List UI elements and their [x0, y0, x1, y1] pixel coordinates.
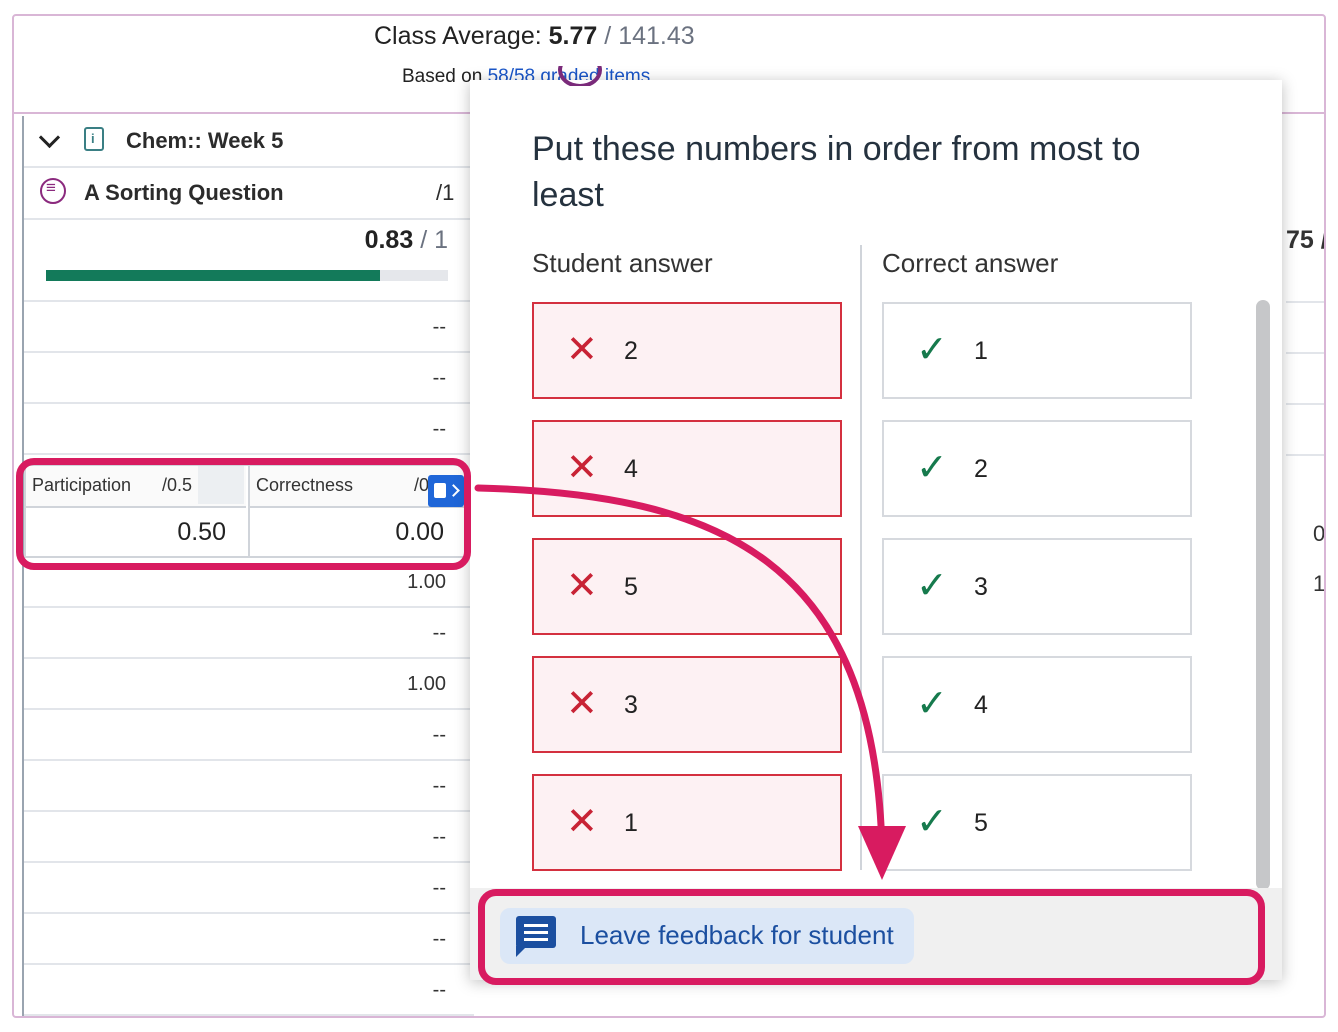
week-label: Chem:: Week 5 [126, 128, 284, 153]
document-icon [84, 127, 104, 151]
incorrect-x-icon: ✕ [566, 447, 598, 489]
incorrect-x-icon: ✕ [566, 683, 598, 725]
incorrect-x-icon: ✕ [566, 329, 598, 371]
correct-check-icon: ✓ [916, 565, 948, 607]
class-average-label: Class Average: [374, 22, 542, 50]
answer-value: 5 [624, 573, 638, 601]
question-prompt: Put these numbers in order from most to … [532, 130, 1141, 214]
student-answer-item: ✕ 1 [532, 774, 842, 871]
correct-check-icon: ✓ [916, 329, 948, 371]
answer-value: 3 [624, 691, 638, 719]
answer-value: 1 [974, 337, 988, 365]
table-row: -- [24, 965, 474, 1016]
grade-cell[interactable]: -- [433, 622, 446, 645]
correct-check-icon: ✓ [916, 683, 948, 725]
class-average: Class Average: 5.77 / 141.43 [374, 22, 695, 51]
question-header-row[interactable]: A Sorting Question /1 [24, 168, 474, 220]
answer-value: 2 [974, 455, 988, 483]
answer-value: 2 [624, 337, 638, 365]
correct-check-icon: ✓ [916, 447, 948, 489]
popup-header-partial [558, 66, 678, 86]
grade-rows: -- -- -- 1.00 -- 1.00 -- -- -- -- -- -- [24, 302, 474, 1016]
grade-cell[interactable]: -- [433, 979, 446, 1002]
table-row: -- [24, 812, 474, 863]
class-average-total: 141.43 [618, 22, 695, 50]
student-answer-item: ✕ 2 [532, 302, 842, 399]
question-max-points: /1 [436, 180, 455, 205]
question-average-value: 0.83 [364, 226, 414, 254]
grade-cell[interactable]: 1.00 [407, 571, 446, 594]
question-icon [40, 178, 66, 204]
answer-value: 1 [624, 809, 638, 837]
grade-cell[interactable]: 1.00 [407, 673, 446, 696]
table-row: -- [24, 863, 474, 914]
table-row: -- [24, 914, 474, 965]
grade-cell[interactable]: -- [433, 367, 446, 390]
correct-answer-header: Correct answer [882, 248, 1059, 278]
question-average-total: 1 [434, 226, 448, 254]
question-average-cell: 0.83 / 1 [24, 220, 474, 302]
correct-check-icon: ✓ [916, 801, 948, 843]
question-label: A Sorting Question [84, 180, 284, 205]
grade-cell[interactable]: -- [433, 724, 446, 747]
grade-cell[interactable]: -- [433, 877, 446, 900]
question-average: 0.83 / 1 [365, 226, 448, 255]
popup-scrollbar[interactable] [1256, 300, 1270, 890]
week-group-row[interactable]: Chem:: Week 5 [24, 116, 474, 168]
correct-answer-item: ✓ 4 [882, 656, 1192, 753]
class-average-sep: / [604, 22, 612, 50]
next-column-cell[interactable]: 1.0 [1313, 571, 1324, 597]
highlight-feedback-button [478, 889, 1265, 985]
correct-answer-item: ✓ 5 [882, 774, 1192, 871]
student-answer-item: ✕ 4 [532, 420, 842, 517]
table-row: -- [24, 761, 474, 812]
grade-cell[interactable]: -- [433, 316, 446, 339]
question-average-sep: / [420, 226, 428, 254]
student-answer-header: Student answer [532, 248, 713, 278]
class-average-value: 5.77 [548, 22, 598, 50]
student-answer-item: ✕ 5 [532, 538, 842, 635]
progress-bar [46, 270, 448, 281]
table-row: -- [24, 608, 474, 659]
table-row: 1.00 [24, 659, 474, 710]
correct-answer-item: ✓ 2 [882, 420, 1192, 517]
next-column-cell[interactable]: 0.5 [1313, 521, 1324, 547]
grade-cell[interactable]: -- [433, 775, 446, 798]
table-row: -- [24, 302, 474, 353]
incorrect-x-icon: ✕ [566, 565, 598, 607]
answer-value: 4 [974, 691, 988, 719]
table-row: -- [24, 404, 474, 455]
grade-cell[interactable]: -- [433, 418, 446, 441]
answer-value: 3 [974, 573, 988, 601]
correct-answer-item: ✓ 3 [882, 538, 1192, 635]
student-answer-item: ✕ 3 [532, 656, 842, 753]
grade-cell[interactable]: -- [433, 826, 446, 849]
next-column-partial: 75 / 0.5 1.0 [1286, 116, 1326, 1016]
table-row: -- [24, 353, 474, 404]
chevron-down-icon[interactable] [38, 126, 61, 149]
correct-answer-item: ✓ 1 [882, 302, 1192, 399]
next-column-average: 75 / [1286, 226, 1326, 254]
incorrect-x-icon: ✕ [566, 801, 598, 843]
highlight-split-cell [16, 458, 471, 570]
grade-cell[interactable]: -- [433, 928, 446, 951]
response-popup: Put these numbers in order from most to … [470, 66, 1282, 980]
answer-value: 4 [624, 455, 638, 483]
progress-bar-fill [46, 270, 380, 281]
answer-value: 5 [974, 809, 988, 837]
table-row: -- [24, 710, 474, 761]
